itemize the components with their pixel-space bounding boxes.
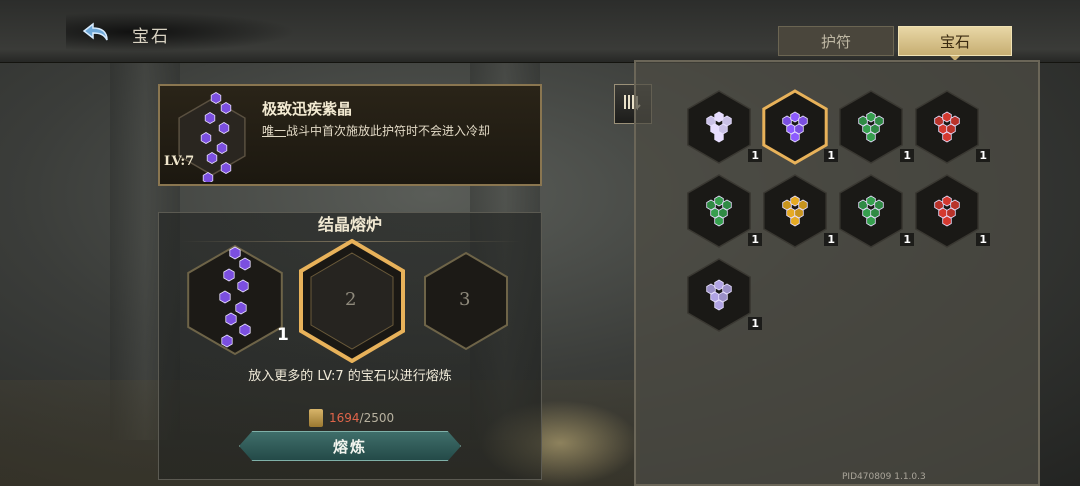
selected-gem-card: LV:7 极致迅疾紫晶 唯一战斗中首次施放此护符时不会进入冷却 [158,84,542,186]
gem-icon [687,258,751,332]
player-id-version: PID470809 1.1.0.3 [842,472,926,482]
gem-inventory-item[interactable]: 1 [684,88,762,166]
gem-inventory-item[interactable]: 1 [684,172,762,250]
gem-icon [763,174,827,248]
cost-max: /2500 [359,411,395,425]
item-count: 1 [976,149,990,162]
crystal-piece [866,111,876,123]
gem-inventory-item[interactable]: 1 [912,172,990,250]
tab-gem[interactable]: 宝石 [898,26,1012,61]
smelt-button[interactable]: 熔炼 [239,431,461,461]
crystal-piece [866,195,876,207]
crystal-furnace-panel: 结晶熔炉 1 2 3 放入更多的 LV:7 的宝石以进行熔炼 1694/2500… [158,212,542,480]
crystal-piece [942,131,952,143]
crystal-piece [229,246,241,260]
smelt-hint: 放入更多的 LV:7 的宝石以进行熔炼 [248,369,452,384]
furnace-slot-1[interactable]: 1 [185,243,289,361]
crystal-piece [210,92,222,104]
crystal-piece [790,131,800,143]
gem-name: 极致迅疾紫晶 [262,100,353,118]
crystal-piece [714,279,724,291]
slot-frame [187,244,283,356]
back-arrow-icon [82,22,108,41]
gem-effect-text: 战斗中首次施放此护符时不会进入冷却 [286,124,491,138]
gem-icon [915,90,979,164]
crystal-piece [220,102,232,114]
furnace-slot-3[interactable]: 3 [421,251,511,355]
crystal-piece [714,299,724,311]
crystal-piece [204,112,216,124]
crystal-piece [220,162,232,174]
gem-icon [839,90,903,164]
top-bar: 宝石 护符 宝石 [0,0,1080,63]
gem-inventory-item[interactable]: 1 [836,172,914,250]
crystal-piece [790,195,800,207]
crystal-piece [239,323,251,337]
smelt-cost: 1694/2500 [309,409,394,427]
item-count: 1 [976,233,990,246]
slot-number: 3 [459,289,471,310]
crystal-piece [218,122,230,134]
cost-current: 1694 [329,411,360,425]
crystal-piece [200,132,212,144]
crystal-piece [714,215,724,227]
crystal-piece [790,111,800,123]
gem-icon [839,174,903,248]
crystal-piece [714,131,724,143]
crystal-piece [714,195,724,207]
crystal-piece [237,279,249,293]
crystal-piece [866,131,876,143]
crystal-piece [790,215,800,227]
gem-icon [915,174,979,248]
slot-count: 1 [277,325,289,345]
gem-icon [687,90,751,164]
scroll-currency-icon [309,409,323,427]
furnace-slot-2[interactable]: 2 [297,238,407,367]
gem-inventory-item[interactable]: 1 [760,88,838,166]
slot-number: 2 [345,289,357,310]
crystal-piece [235,301,247,315]
crystal-piece [942,195,952,207]
crystal-piece [942,215,952,227]
tab-amulet[interactable]: 护符 [778,26,894,56]
crystal-piece [942,111,952,123]
selected-gem-icon [172,92,252,186]
gem-icon [687,174,751,248]
furnace-title: 结晶熔炉 [317,215,382,234]
page-title: 宝石 [132,27,170,47]
crystal-piece [225,312,237,326]
crystal-piece [221,334,233,348]
crystal-piece [866,215,876,227]
crystal-piece [216,142,228,154]
gem-level: LV:7 [164,154,195,169]
gem-inventory-item[interactable]: 1 [684,256,762,334]
item-count: 1 [748,317,762,330]
gem-inventory-item[interactable]: 1 [760,172,838,250]
crystal-piece [714,111,724,123]
crystal-piece [206,152,218,164]
gem-inventory-item[interactable]: 1 [836,88,914,166]
back-button[interactable] [80,18,114,48]
crystal-piece [219,290,231,304]
crystal-piece [239,257,251,271]
gem-icon [762,89,828,165]
gem-inventory-item[interactable]: 1 [912,88,990,166]
gem-tag: 唯一 [262,124,287,138]
gem-description: 唯一战斗中首次施放此护符时不会进入冷却 [262,122,490,139]
crystal-piece [223,268,235,282]
